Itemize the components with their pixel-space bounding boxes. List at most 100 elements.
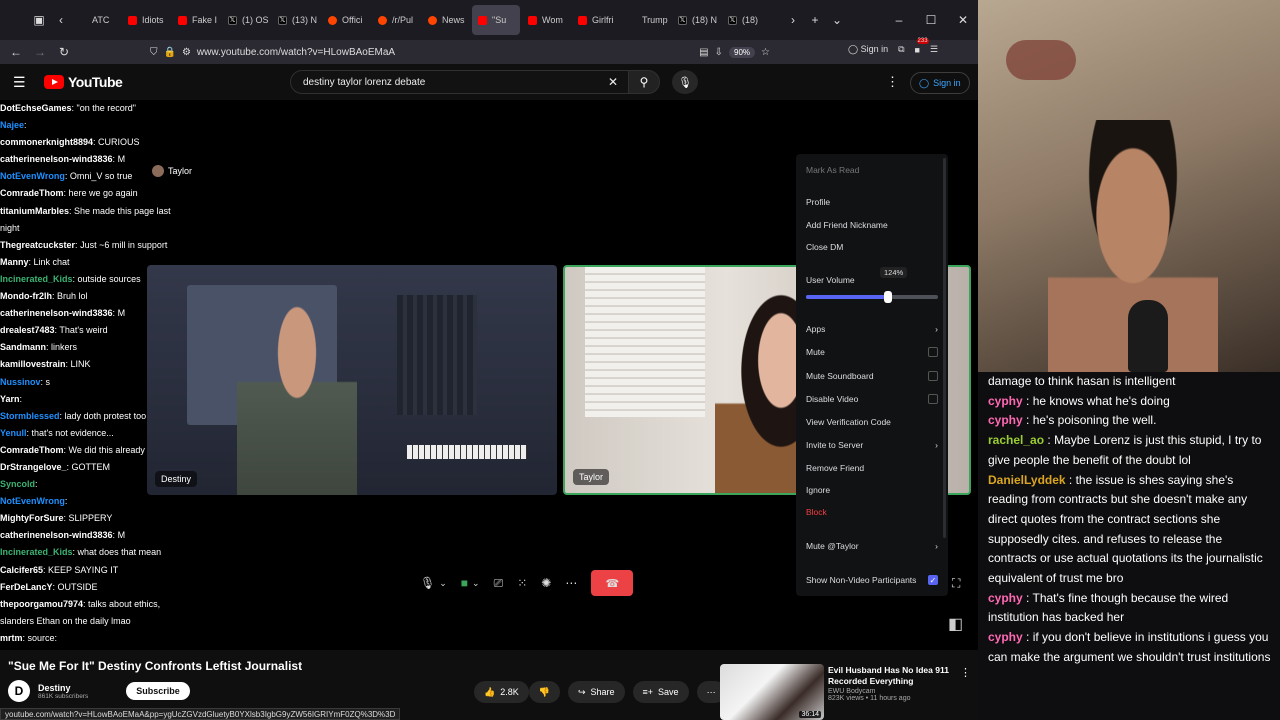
show-non-video-checkbox[interactable]: ✓ <box>928 575 938 585</box>
close-window-icon[interactable]: ✕ <box>952 13 974 27</box>
channel-name[interactable]: Destiny <box>38 683 88 693</box>
twitch-chat-username[interactable]: cyphy <box>988 413 1023 427</box>
menu-item-remove-friend[interactable]: Remove Friend <box>806 463 938 473</box>
twitch-chat-username[interactable]: cyphy <box>988 591 1023 605</box>
twitch-chat-username[interactable]: cyphy <box>988 630 1023 644</box>
save-button[interactable]: ≡+ Save <box>632 681 689 703</box>
menu-item-profile[interactable]: Profile <box>806 197 938 207</box>
youtube-signin-button[interactable]: ◯ Sign in <box>910 72 970 94</box>
stream-chat-username[interactable]: MightyForSure <box>0 513 64 523</box>
menu-item-ignore[interactable]: Ignore <box>806 485 938 495</box>
menu-item-disable-video[interactable]: Disable Video <box>806 394 938 404</box>
channel-avatar[interactable]: D <box>8 680 30 702</box>
browser-tab[interactable]: Trump <box>622 5 670 35</box>
search-input[interactable]: destiny taylor lorenz debate <box>290 70 630 94</box>
browser-tab[interactable]: Wom <box>522 5 570 35</box>
disable-video-checkbox[interactable] <box>928 394 938 404</box>
recommended-menu-icon[interactable]: ⋮ <box>960 666 971 679</box>
stream-chat-username[interactable]: ComradeThom <box>0 445 64 455</box>
stream-chat-username[interactable]: NotEvenWrong <box>0 496 65 506</box>
menu-item-invite-to-server[interactable]: Invite to Server › <box>806 440 938 450</box>
minimize-icon[interactable]: – <box>888 13 910 27</box>
voice-search-button[interactable]: 🎙 <box>672 70 698 94</box>
stream-chat-username[interactable]: Manny <box>0 257 29 267</box>
zoom-level[interactable]: 90% <box>729 46 756 58</box>
picture-icon[interactable]: ▤ <box>699 47 708 58</box>
stream-chat-username[interactable]: ComradeThom <box>0 188 64 198</box>
fullscreen-icon[interactable]: ⛶ <box>952 576 960 591</box>
search-button[interactable]: ⚲ <box>628 70 660 94</box>
browser-tab[interactable]: "Su <box>472 5 520 35</box>
menu-item-view-verification-code[interactable]: View Verification Code <box>806 417 938 427</box>
stream-chat-username[interactable]: Thegreatcuckster <box>0 240 75 250</box>
stream-chat-username[interactable]: titaniumMarbles <box>0 206 69 216</box>
stream-chat-username[interactable]: Incinerated_Kids <box>0 274 73 284</box>
browser-tab[interactable]: 𝕏 (18) N <box>672 5 720 35</box>
stream-chat-username[interactable]: NotEvenWrong <box>0 171 65 181</box>
menu-item-block[interactable]: Block <box>806 507 938 517</box>
soundboard-icon[interactable]: ✺ <box>541 576 551 590</box>
permissions-icon[interactable]: ⚙ <box>182 47 191 58</box>
stream-chat-username[interactable]: catherinenelson-wind3836 <box>0 154 113 164</box>
camera-toggle-icon[interactable]: ■ <box>461 576 468 590</box>
shield-icon[interactable]: ⛉ <box>150 47 158 58</box>
menu-item-mute-user[interactable]: Mute @Taylor › <box>806 541 938 551</box>
url-text[interactable]: www.youtube.com/watch?v=HLowBAoEMaA <box>197 47 395 58</box>
stream-chat-username[interactable]: Mondo-fr2lh <box>0 291 52 301</box>
browser-tab[interactable]: Girlfri <box>572 5 620 35</box>
browser-tab[interactable]: 𝕏 (13) N <box>272 5 320 35</box>
browser-tab[interactable]: News <box>422 5 470 35</box>
account-signin[interactable]: ◯ Sign in <box>848 44 888 55</box>
youtube-logo[interactable]: YouTube <box>44 74 123 90</box>
stream-chat-username[interactable]: Yenull <box>0 428 27 438</box>
hamburger-menu-icon[interactable]: ☰ <box>13 74 26 91</box>
stream-chat-username[interactable]: DotEchseGames <box>0 103 72 113</box>
menu-item-apps[interactable]: Apps › <box>806 324 938 334</box>
camera-options-chevron-icon[interactable]: ⌄ <box>472 578 480 589</box>
menu-item-mute-soundboard[interactable]: Mute Soundboard <box>806 371 938 381</box>
bookmark-star-icon[interactable]: ☆ <box>761 47 770 58</box>
more-call-options-icon[interactable]: ⋯ <box>565 576 577 590</box>
disconnect-button[interactable]: ☎ <box>591 570 634 596</box>
stream-chat-username[interactable]: Nussinov <box>0 377 41 387</box>
menu-scrollbar[interactable] <box>943 158 946 538</box>
browser-tab[interactable]: /r/Pul <box>372 5 420 35</box>
stream-chat-username[interactable]: Najee <box>0 120 24 130</box>
stream-chat-username[interactable]: Yarn <box>0 394 20 404</box>
stream-chat-username[interactable]: Calcifer65 <box>0 565 43 575</box>
stream-chat-username[interactable]: commonerknight8894 <box>0 137 93 147</box>
tabs-scroll-right-icon[interactable]: › <box>782 13 804 27</box>
browser-tab[interactable]: Fake I <box>172 5 220 35</box>
app-menu-icon[interactable]: ☰ <box>930 44 938 55</box>
browser-tab[interactable]: ATC <box>72 5 120 35</box>
browser-tab[interactable]: Idiots <box>122 5 170 35</box>
menu-item-add-friend-nickname[interactable]: Add Friend Nickname <box>806 220 938 230</box>
forward-icon[interactable]: → <box>28 45 52 59</box>
address-bar[interactable]: ⛉ 🔒 ⚙ www.youtube.com/watch?v=HLowBAoEMa… <box>150 42 770 62</box>
clear-search-icon[interactable]: ✕ <box>608 75 618 89</box>
browser-tab[interactable]: 𝕏 (1) OS <box>222 5 270 35</box>
stream-chat-username[interactable]: Stormblessed <box>0 411 60 421</box>
browser-tab[interactable]: 𝕏 (18) <box>722 5 770 35</box>
stream-chat-username[interactable]: kamillovestrain <box>0 359 66 369</box>
list-tabs-icon[interactable]: ⌄ <box>826 13 848 27</box>
stream-chat-username[interactable]: thepoorgamou7974 <box>0 599 83 609</box>
mute-checkbox[interactable] <box>928 347 938 357</box>
stream-chat-username[interactable]: Incinerated_Kids <box>0 547 73 557</box>
recommended-title[interactable]: Evil Husband Has No Idea 911 Recorded Ev… <box>828 665 958 687</box>
menu-item-close-dm[interactable]: Close DM <box>806 242 938 252</box>
subscribe-button[interactable]: Subscribe <box>126 682 190 700</box>
recommended-thumbnail[interactable]: 36:14 <box>720 664 824 720</box>
menu-item-mute[interactable]: Mute <box>806 347 938 357</box>
video-tile-destiny[interactable]: Destiny <box>147 265 557 495</box>
screen-share-icon[interactable]: ⎚ <box>494 576 504 591</box>
like-button[interactable]: 👍 2.8K <box>474 681 529 703</box>
twitch-chat-username[interactable]: cyphy <box>988 394 1023 408</box>
stream-chat-username[interactable]: Sandmann <box>0 342 46 352</box>
twitch-chat-username[interactable]: DanielLyddek <box>988 473 1066 487</box>
mute-soundboard-checkbox[interactable] <box>928 371 938 381</box>
stream-chat-username[interactable]: catherinenelson-wind3836 <box>0 308 113 318</box>
more-options-icon[interactable]: ⋮ <box>886 74 899 90</box>
stream-chat-username[interactable]: FerDeLancY <box>0 582 53 592</box>
new-tab-icon[interactable]: + <box>804 13 826 27</box>
